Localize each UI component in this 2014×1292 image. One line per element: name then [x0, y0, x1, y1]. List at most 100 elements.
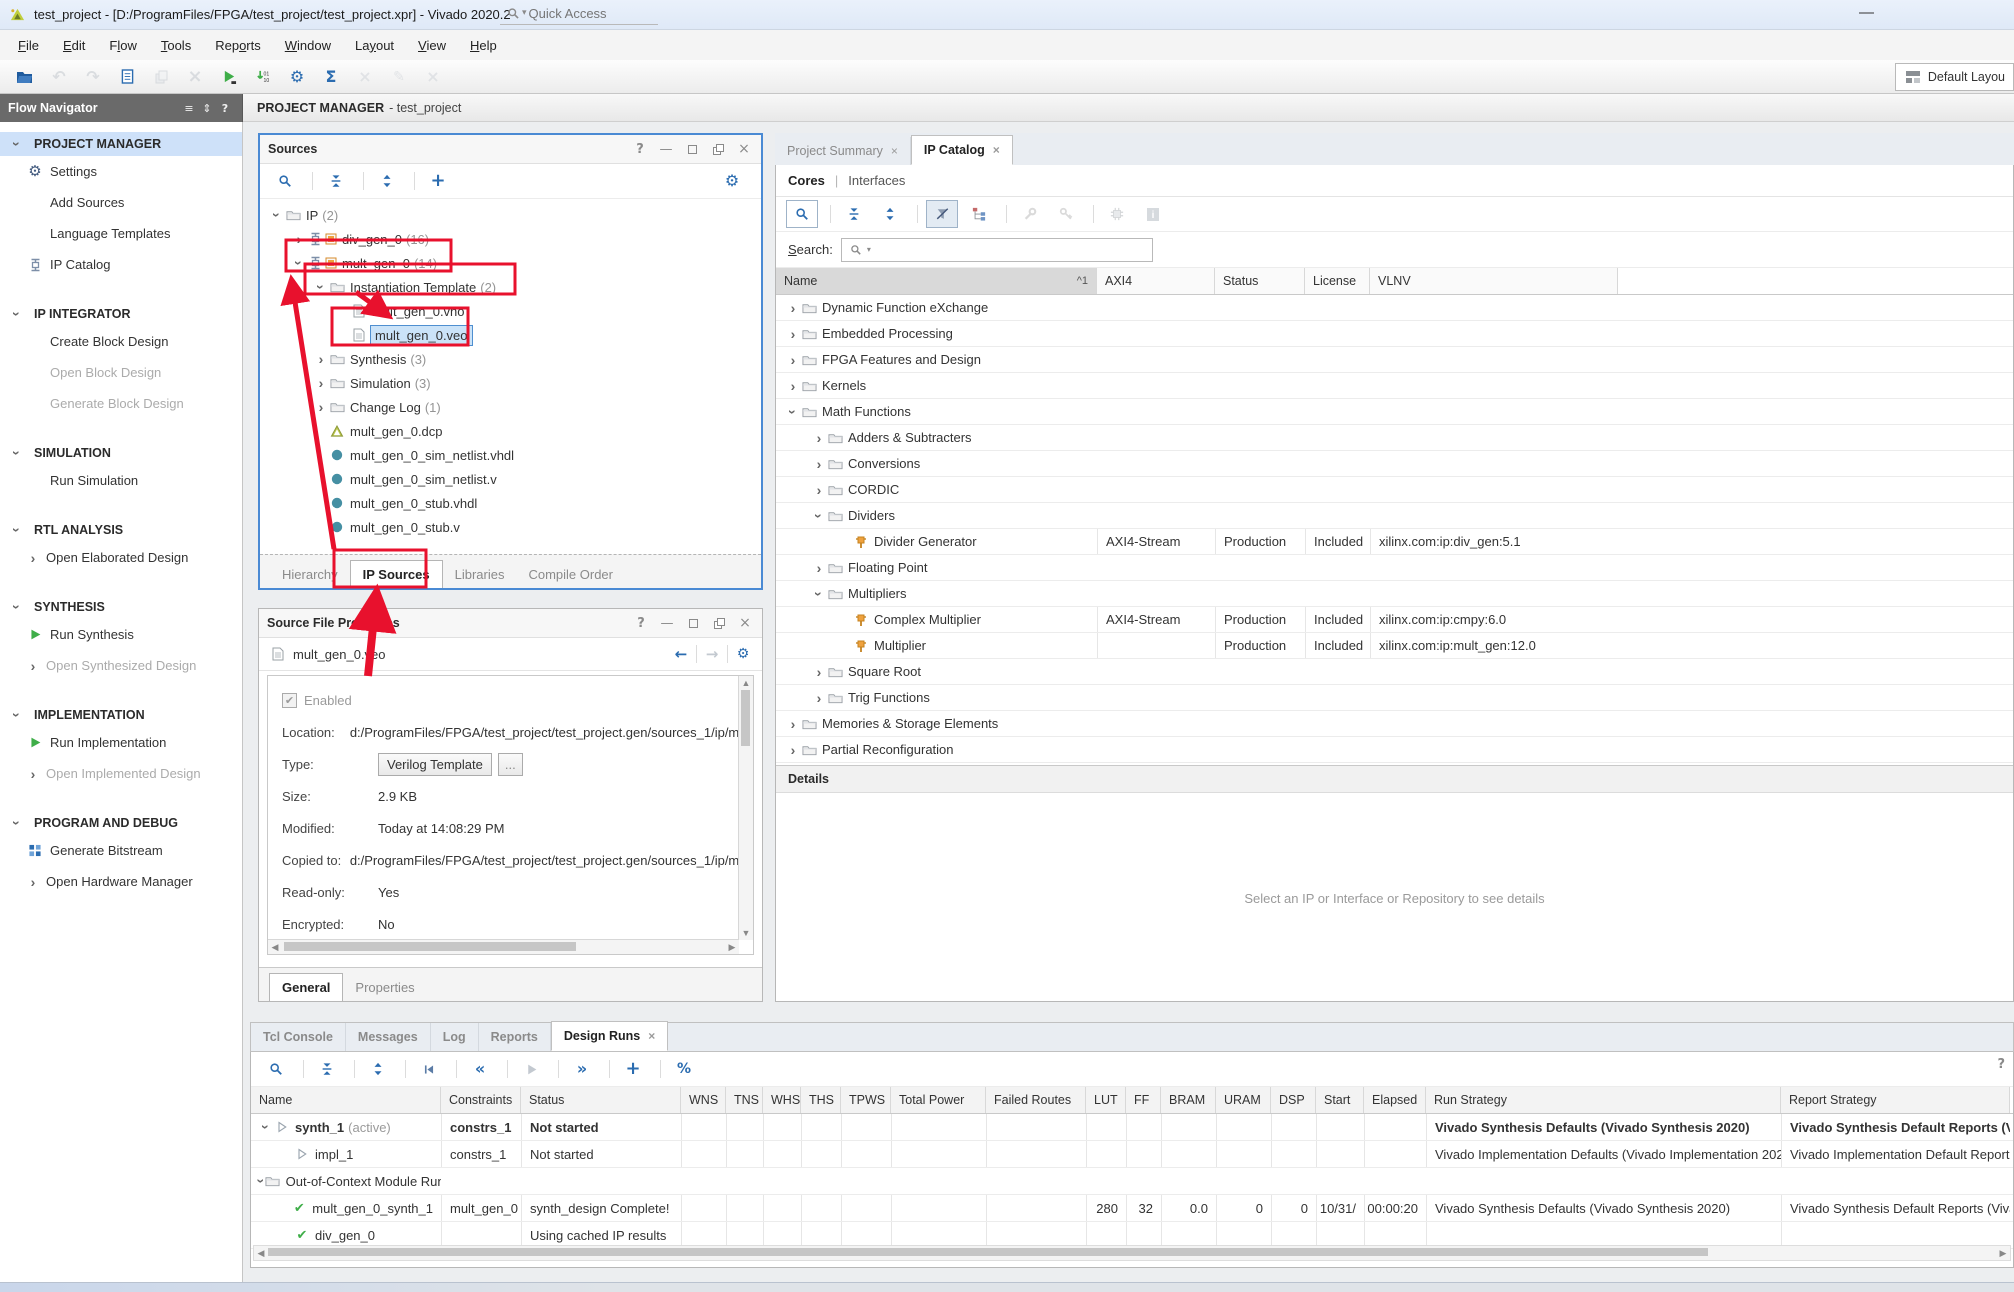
delete-button[interactable]: × — [180, 64, 210, 90]
minimize-icon[interactable]: — — [657, 141, 675, 157]
menu-flow[interactable]: Flow — [97, 34, 148, 57]
tab-ip-sources[interactable]: IP Sources — [350, 560, 443, 588]
chevron-down-icon[interactable]: › — [10, 523, 24, 537]
subtab-cores[interactable]: Cores — [788, 173, 825, 188]
flow-section-header[interactable]: ›PROGRAM AND DEBUG — [0, 811, 242, 835]
sidebar-item-open-implemented-design[interactable]: ›Open Implemented Design — [0, 758, 242, 789]
flow-section-header[interactable]: ›IMPLEMENTATION — [0, 703, 242, 727]
catalog-row-conversions[interactable]: ›Conversions — [776, 451, 2013, 477]
skip-first-button[interactable] — [414, 1056, 444, 1082]
close-tab-icon[interactable]: × — [648, 1029, 655, 1043]
flow-section-header[interactable]: ›SYNTHESIS — [0, 595, 242, 619]
tab-properties[interactable]: Properties — [343, 974, 426, 1001]
quick-access-search[interactable]: ▾ — [500, 3, 658, 25]
sidebar-item-open-synthesized-design[interactable]: ›Open Synthesized Design — [0, 650, 242, 681]
help-icon[interactable]: ? — [1997, 1058, 2005, 1071]
sidebar-item-generate-block-design[interactable]: Generate Block Design — [0, 388, 242, 419]
column-header-license[interactable]: License — [1305, 268, 1370, 294]
chevron-right-icon[interactable]: › — [292, 232, 306, 246]
sidebar-item-language-templates[interactable]: Language Templates — [0, 218, 242, 249]
catalog-row-trig-functions[interactable]: ›Trig Functions — [776, 685, 2013, 711]
catalog-row-dividers[interactable]: ›Dividers — [776, 503, 2013, 529]
search-input-box[interactable]: ▾ — [841, 238, 1153, 262]
sidebar-item-open-block-design[interactable]: Open Block Design — [0, 357, 242, 388]
chevron-right-icon[interactable]: › — [26, 875, 40, 889]
chevron-right-icon[interactable]: › — [786, 327, 800, 341]
chevron-down-icon[interactable]: › — [10, 446, 24, 460]
default-layout-button[interactable]: Default Layou — [1895, 63, 2014, 91]
column-header-total-power[interactable]: Total Power — [891, 1087, 986, 1113]
chevron-down-icon[interactable]: › — [812, 509, 826, 523]
details-section-header[interactable]: Details — [776, 765, 2013, 793]
catalog-row-complex-multiplier[interactable]: ›Complex MultiplierAXI4-StreamProduction… — [776, 607, 2013, 633]
chevron-down-icon[interactable]: › — [10, 137, 24, 151]
run-button[interactable] — [214, 64, 244, 90]
plus-button[interactable]: + — [618, 1056, 648, 1082]
tab-hierarchy[interactable]: Hierarchy — [270, 561, 350, 588]
clear-button[interactable]: × — [418, 64, 448, 90]
close-tab-icon[interactable]: × — [891, 144, 898, 158]
chevron-right-icon[interactable]: › — [26, 659, 40, 673]
info-button[interactable]: i — [1138, 201, 1168, 227]
run-row-mult-gen-0-synth-1[interactable]: ›✔mult_gen_0_synth_1mult_gen_0synth_desi… — [251, 1195, 2013, 1222]
chevron-down-icon[interactable]: › — [292, 256, 306, 270]
expand-all-button[interactable] — [372, 168, 402, 194]
column-header-lut[interactable]: LUT — [1086, 1087, 1126, 1113]
menu-edit[interactable]: Edit — [51, 34, 97, 57]
wrench-button[interactable] — [1015, 201, 1045, 227]
tab-log[interactable]: Log — [431, 1023, 479, 1051]
column-header-tns[interactable]: TNS — [726, 1087, 763, 1113]
collapse-all-button[interactable] — [312, 1056, 342, 1082]
edit-button[interactable]: ✎ — [384, 64, 414, 90]
sidebar-item-run-synthesis[interactable]: Run Synthesis — [0, 619, 242, 650]
subtab-interfaces[interactable]: Interfaces — [848, 173, 905, 188]
tab-reports[interactable]: Reports — [479, 1023, 551, 1051]
type-button[interactable]: Verilog Template — [378, 753, 492, 776]
catalog-row-kernels[interactable]: ›Kernels — [776, 373, 2013, 399]
scrollbar-thumb[interactable] — [284, 942, 576, 951]
tree-item-mult_gen_0_sim_netlist.v[interactable]: ›mult_gen_0_sim_netlist.v — [260, 467, 761, 491]
close-icon[interactable]: × — [735, 141, 753, 157]
column-header-status[interactable]: Status — [521, 1087, 681, 1113]
expand-collapse-icon[interactable]: ⇕ — [198, 100, 216, 116]
menu-help[interactable]: Help — [458, 34, 509, 57]
chevron-down-icon[interactable]: › — [10, 307, 24, 321]
horizontal-scrollbar[interactable]: ◀ ▶ — [268, 939, 739, 954]
chevron-down-icon[interactable]: › — [10, 600, 24, 614]
chevron-right-icon[interactable]: › — [314, 376, 328, 390]
help-icon[interactable]: ? — [631, 141, 649, 157]
sidebar-item-add-sources[interactable]: Add Sources — [0, 187, 242, 218]
funnel-button[interactable] — [926, 200, 958, 228]
play-gray-button[interactable] — [516, 1056, 546, 1082]
settings-button[interactable]: ⚙ — [282, 64, 312, 90]
catalog-row-fpga-features-and-design[interactable]: ›FPGA Features and Design — [776, 347, 2013, 373]
chevron-right-icon[interactable]: › — [314, 400, 328, 414]
chip-button[interactable] — [1102, 201, 1132, 227]
abort-button[interactable]: × — [350, 64, 380, 90]
flow-section-header[interactable]: ›PROJECT MANAGER — [0, 132, 242, 156]
menu-layout[interactable]: Layout — [343, 34, 406, 57]
column-header-constraints[interactable]: Constraints — [441, 1087, 521, 1113]
scrollbar-thumb[interactable] — [741, 690, 750, 746]
catalog-row-partial-reconfiguration[interactable]: ›Partial Reconfiguration — [776, 737, 2013, 763]
chevron-right-icon[interactable]: › — [786, 301, 800, 315]
column-header-vlnv[interactable]: VLNV — [1370, 268, 1618, 294]
percent-button[interactable]: % — [669, 1056, 699, 1082]
catalog-row-embedded-processing[interactable]: ›Embedded Processing — [776, 321, 2013, 347]
quick-access-input[interactable] — [527, 5, 641, 22]
catalog-row-multipliers[interactable]: ›Multipliers — [776, 581, 2013, 607]
column-header-uram[interactable]: URAM — [1216, 1087, 1271, 1113]
chevron-down-icon[interactable]: › — [314, 280, 328, 294]
chevron-down-icon[interactable]: › — [10, 708, 24, 722]
chevron-right-icon[interactable]: › — [812, 665, 826, 679]
chevron-right-icon[interactable]: › — [314, 352, 328, 366]
menu-file[interactable]: File — [6, 34, 51, 57]
search-button[interactable] — [786, 200, 818, 228]
chevron-down-icon[interactable]: › — [812, 587, 826, 601]
save-button[interactable] — [112, 64, 142, 90]
column-header-status[interactable]: Status — [1215, 268, 1305, 294]
tab-general[interactable]: General — [269, 973, 343, 1001]
catalog-row-adders-subtracters[interactable]: ›Adders & Subtracters — [776, 425, 2013, 451]
scroll-right-icon[interactable]: ▶ — [1996, 1246, 2010, 1260]
float-icon[interactable] — [710, 615, 728, 631]
